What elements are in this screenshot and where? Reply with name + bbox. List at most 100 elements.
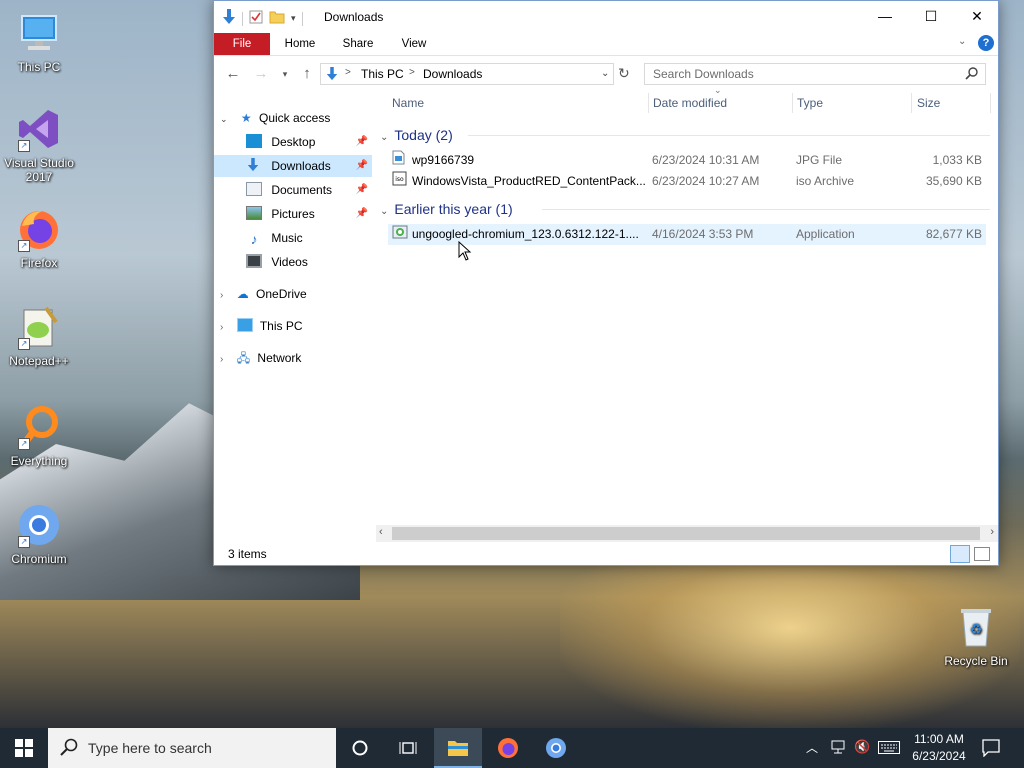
- new-folder-icon[interactable]: [269, 10, 285, 27]
- desktop-icon-firefox[interactable]: ↗ Firefox: [1, 206, 77, 270]
- clock-time[interactable]: 11:00 AM: [904, 732, 974, 746]
- table-row[interactable]: ungoogled-chromium_123.0.6312.122-1.... …: [388, 224, 986, 245]
- back-arrow-icon[interactable]: ←: [224, 65, 242, 83]
- properties-icon[interactable]: [249, 10, 263, 27]
- cortana-circle-icon[interactable]: [336, 728, 384, 768]
- breadcrumb-downloads[interactable]: Downloads: [423, 67, 482, 81]
- column-header-date-modified[interactable]: Date modified: [653, 91, 727, 115]
- address-history-dropdown-icon[interactable]: ⌄: [601, 68, 609, 79]
- nav-item-desktop[interactable]: Desktop 📌: [214, 131, 372, 153]
- column-divider[interactable]: [911, 93, 912, 113]
- scroll-right-arrow-icon[interactable]: ›: [990, 526, 994, 538]
- svg-text:♻: ♻: [970, 622, 983, 638]
- nav-quick-access[interactable]: ⌄ ★ Quick access: [220, 107, 370, 129]
- horizontal-scrollbar[interactable]: ‹ ›: [376, 525, 998, 542]
- breadcrumb-this-pc[interactable]: This PC: [361, 67, 404, 81]
- refresh-icon[interactable]: ↻: [618, 65, 630, 82]
- search-input-placeholder[interactable]: Search Downloads: [653, 67, 754, 81]
- search-icon[interactable]: [965, 66, 979, 83]
- show-hidden-icons-chevron-icon[interactable]: ︿: [806, 739, 818, 756]
- column-divider[interactable]: [792, 93, 793, 113]
- collapsed-chevron-icon[interactable]: ›: [220, 290, 223, 301]
- taskbar-search-box[interactable]: Type here to search: [48, 728, 336, 768]
- scroll-left-arrow-icon[interactable]: ‹: [379, 526, 383, 538]
- column-header-type[interactable]: Type: [797, 91, 823, 115]
- collapsed-chevron-icon[interactable]: ›: [220, 354, 223, 365]
- search-box[interactable]: Search Downloads: [644, 63, 986, 85]
- group-header-earlier-this-year[interactable]: ⌄ Earlier this year (1): [380, 199, 513, 219]
- taskbar-chromium-icon[interactable]: [532, 728, 580, 768]
- tab-file[interactable]: File: [214, 33, 270, 55]
- nav-this-pc[interactable]: › This PC: [220, 315, 370, 337]
- clock-date[interactable]: 6/23/2024: [904, 749, 974, 763]
- file-type: JPG File: [796, 153, 843, 167]
- forward-arrow-icon[interactable]: →: [252, 65, 270, 83]
- breadcrumb-separator: >: [409, 67, 415, 78]
- network-status-icon[interactable]: [830, 740, 846, 757]
- table-row[interactable]: wp9166739 6/23/2024 10:31 AM JPG File 1,…: [388, 150, 986, 171]
- nav-item-documents[interactable]: Documents 📌: [214, 179, 372, 201]
- touch-keyboard-icon[interactable]: [878, 741, 900, 757]
- navigation-bar: ← → ▾ ↑ > This PC > Downloads ⌄ ↻ Search…: [214, 56, 998, 92]
- tab-view[interactable]: View: [394, 33, 434, 55]
- large-icons-view-icon[interactable]: [974, 547, 990, 561]
- collapsed-chevron-icon[interactable]: ›: [220, 322, 223, 333]
- tab-share[interactable]: Share: [336, 33, 380, 55]
- taskbar-search-placeholder[interactable]: Type here to search: [88, 740, 212, 756]
- group-collapse-chevron-icon[interactable]: ⌄: [380, 132, 388, 143]
- task-view-icon[interactable]: [384, 728, 432, 768]
- nav-label: OneDrive: [256, 287, 307, 301]
- recent-locations-dropdown-icon[interactable]: ▾: [276, 65, 294, 83]
- help-button[interactable]: ?: [978, 35, 994, 51]
- action-center-notification-icon[interactable]: [982, 739, 1000, 760]
- nav-onedrive[interactable]: › ☁ OneDrive: [220, 283, 370, 305]
- minimize-button[interactable]: —: [862, 1, 908, 31]
- scrollbar-thumb[interactable]: [392, 527, 980, 540]
- nav-network[interactable]: › 🖧 Network: [220, 347, 370, 369]
- close-button[interactable]: ✕: [954, 1, 1000, 31]
- desktop-icon-everything[interactable]: ↗ Everything: [1, 404, 77, 468]
- nav-label: Downloads: [271, 159, 331, 173]
- expand-ribbon-chevron-icon[interactable]: ⌄: [958, 36, 966, 47]
- toolbar-divider: [242, 11, 243, 26]
- column-divider[interactable]: [990, 93, 991, 113]
- details-view-icon[interactable]: [950, 545, 970, 563]
- up-arrow-icon[interactable]: ↑: [298, 65, 316, 83]
- column-divider[interactable]: [648, 93, 649, 113]
- customize-toolbar-dropdown-icon[interactable]: ▾: [291, 13, 296, 24]
- tab-home[interactable]: Home: [278, 33, 322, 55]
- maximize-button[interactable]: ☐: [908, 1, 954, 31]
- start-button[interactable]: [0, 728, 48, 768]
- column-header-name[interactable]: Name: [392, 91, 424, 115]
- documents-folder-icon: [246, 182, 262, 196]
- desktop-icon-visual-studio[interactable]: ↗ Visual Studio 2017: [1, 106, 77, 184]
- column-header-size[interactable]: Size: [917, 91, 940, 115]
- pin-icon[interactable]: 📌: [356, 131, 368, 153]
- volume-muted-icon[interactable]: 🔇: [854, 739, 870, 755]
- group-header-today[interactable]: ⌄ Today (2): [380, 125, 453, 145]
- group-collapse-chevron-icon[interactable]: ⌄: [380, 206, 388, 217]
- nav-item-downloads[interactable]: Downloads 📌: [214, 155, 372, 177]
- star-icon: ★: [240, 111, 252, 125]
- nav-item-music[interactable]: ♪ Music: [214, 227, 372, 249]
- desktop-icon-this-pc[interactable]: This PC: [1, 10, 77, 74]
- desktop-icon-notepad-plus-plus[interactable]: ↗ Notepad++: [1, 304, 77, 368]
- nav-item-videos[interactable]: Videos: [214, 251, 372, 273]
- everything-search-icon: ↗: [16, 404, 62, 450]
- desktop-icon-recycle-bin[interactable]: ♻ Recycle Bin: [938, 604, 1014, 668]
- recycle-bin-icon: ♻: [953, 604, 999, 650]
- pin-icon[interactable]: 📌: [356, 155, 368, 177]
- nav-label: Desktop: [271, 135, 316, 149]
- desktop-icon-chromium[interactable]: ↗ Chromium: [1, 502, 77, 566]
- pin-icon[interactable]: 📌: [356, 203, 368, 225]
- address-bar[interactable]: > This PC > Downloads ⌄: [320, 63, 614, 85]
- firefox-icon: ↗: [16, 206, 62, 252]
- table-row[interactable]: iso WindowsVista_ProductRED_ContentPack.…: [388, 171, 986, 192]
- title-bar[interactable]: ▾ Downloads — ☐ ✕: [214, 1, 998, 33]
- taskbar-file-explorer-button[interactable]: [434, 728, 482, 768]
- this-pc-icon: [16, 10, 62, 56]
- pin-icon[interactable]: 📌: [356, 179, 368, 201]
- nav-item-pictures[interactable]: Pictures 📌: [214, 203, 372, 225]
- expanded-chevron-icon[interactable]: ⌄: [220, 114, 228, 124]
- taskbar-firefox-icon[interactable]: [484, 728, 532, 768]
